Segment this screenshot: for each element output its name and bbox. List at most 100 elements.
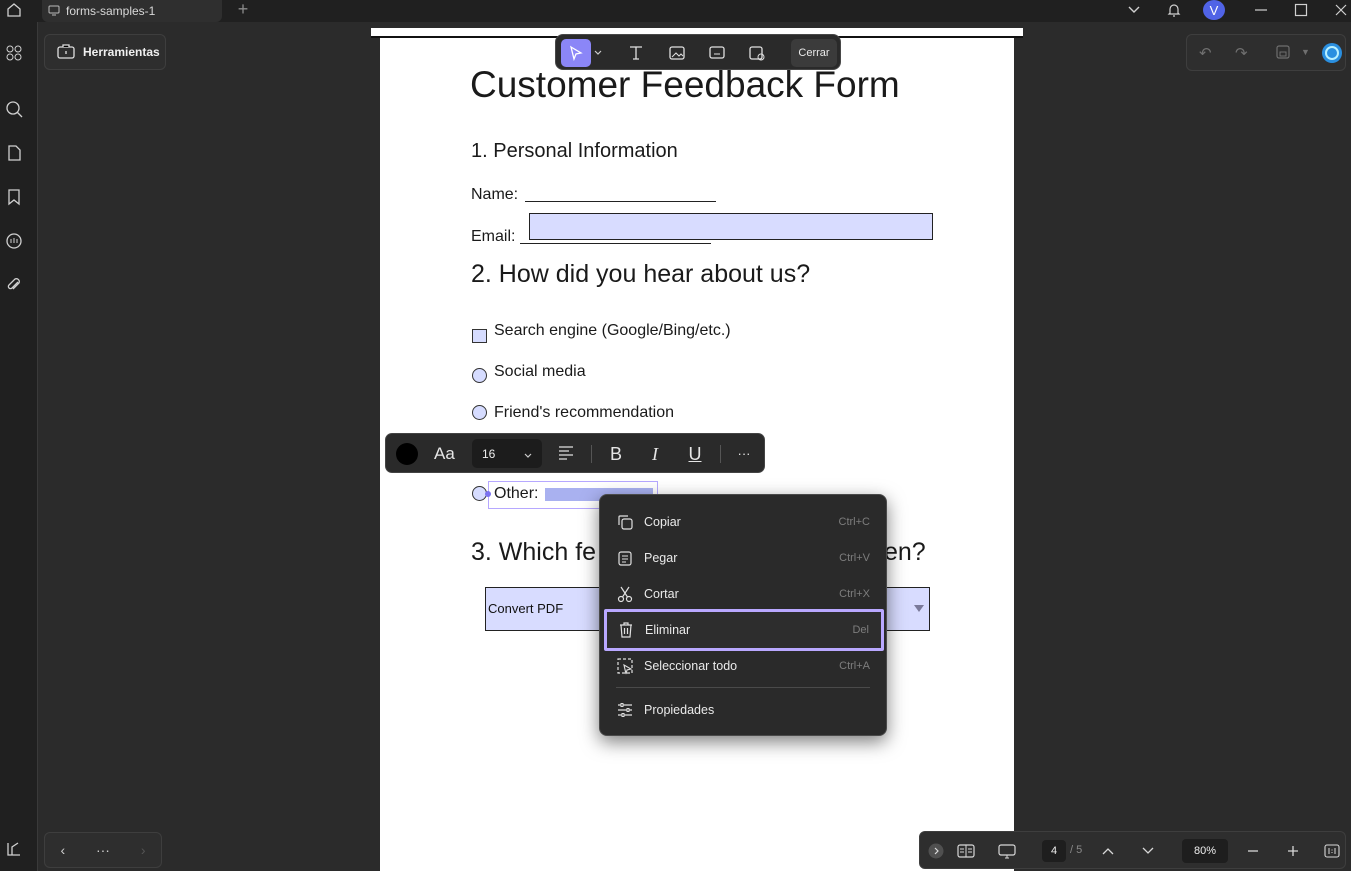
document-tab-label: forms-samples-1 bbox=[66, 4, 156, 18]
pages-icon[interactable] bbox=[3, 142, 25, 164]
image-field-tool-icon[interactable] bbox=[666, 42, 688, 64]
menu-item-delete[interactable]: Eliminar Del bbox=[604, 609, 884, 651]
undo-icon[interactable]: ↶ bbox=[1199, 44, 1212, 62]
select-tool-dropdown-icon[interactable] bbox=[592, 42, 604, 64]
menu-item-label: Cortar bbox=[644, 587, 679, 601]
form-title: Customer Feedback Form bbox=[470, 64, 900, 105]
minimize-icon[interactable] bbox=[1250, 0, 1272, 20]
trash-icon bbox=[615, 619, 637, 641]
menu-item-label: Propiedades bbox=[644, 703, 715, 717]
history-toolbar: ↶ ↷ ▼ bbox=[1186, 34, 1346, 71]
menu-item-shortcut: Ctrl+X bbox=[839, 588, 870, 600]
align-left-icon[interactable] bbox=[556, 444, 576, 465]
menu-item-label: Copiar bbox=[644, 515, 681, 529]
apps-grid-icon[interactable] bbox=[3, 42, 25, 64]
form-edit-toolbar: Cerrar bbox=[555, 34, 841, 70]
italic-button[interactable]: I bbox=[645, 444, 665, 465]
section-how-heard: 2. How did you hear about us? bbox=[471, 260, 811, 288]
comment-icon[interactable] bbox=[3, 230, 25, 252]
copy-icon bbox=[614, 511, 636, 533]
next-page-icon[interactable] bbox=[1138, 841, 1158, 861]
user-avatar[interactable]: V bbox=[1203, 0, 1225, 20]
actual-size-icon[interactable] bbox=[1322, 841, 1342, 861]
maximize-icon[interactable] bbox=[1290, 0, 1312, 20]
attachment-icon[interactable] bbox=[3, 274, 25, 296]
more-options-button[interactable]: ··· bbox=[734, 446, 754, 461]
bell-icon[interactable] bbox=[1163, 0, 1185, 20]
select-all-icon bbox=[614, 655, 636, 677]
select-tool-button[interactable] bbox=[561, 39, 591, 67]
link-field-tool-icon[interactable] bbox=[706, 42, 728, 64]
menu-item-label: Seleccionar todo bbox=[644, 659, 738, 673]
document-tab-icon bbox=[48, 4, 60, 19]
new-tab-button[interactable]: + bbox=[234, 0, 252, 18]
font-family-button[interactable]: Aa bbox=[434, 444, 455, 464]
option-search-engine: Search engine (Google/Bing/etc.) bbox=[494, 322, 731, 339]
email-form-field[interactable] bbox=[529, 213, 933, 240]
ai-assistant-icon[interactable] bbox=[1321, 42, 1343, 68]
collapse-icon[interactable] bbox=[926, 841, 946, 861]
save-icon[interactable] bbox=[1275, 44, 1291, 64]
search-icon[interactable] bbox=[3, 98, 25, 120]
menu-item-shortcut: Ctrl+A bbox=[839, 660, 870, 672]
section-personal-information: 1. Personal Information bbox=[471, 140, 678, 162]
social-media-radio[interactable] bbox=[472, 368, 487, 383]
menu-item-label: Eliminar bbox=[645, 623, 691, 637]
save-dropdown-icon[interactable]: ▼ bbox=[1301, 47, 1310, 57]
selection-handle[interactable] bbox=[485, 491, 491, 497]
sidebar-pager: ‹ ··· › bbox=[44, 832, 162, 868]
zoom-in-icon[interactable] bbox=[1283, 841, 1303, 861]
menu-item-cut[interactable]: Cortar Ctrl+X bbox=[606, 576, 882, 612]
chevron-right-icon[interactable]: › bbox=[141, 842, 146, 858]
home-icon[interactable] bbox=[4, 0, 24, 20]
font-size-select[interactable]: 16 bbox=[472, 439, 542, 468]
menu-item-paste[interactable]: Pegar Ctrl+V bbox=[606, 540, 882, 576]
document-tab[interactable]: forms-samples-1 bbox=[42, 0, 222, 22]
menu-item-copy[interactable]: Copiar Ctrl+C bbox=[606, 504, 882, 540]
menu-separator bbox=[616, 687, 870, 688]
menu-item-shortcut: Ctrl+C bbox=[838, 516, 870, 528]
menu-item-select-all[interactable]: Seleccionar todo Ctrl+A bbox=[606, 648, 882, 684]
close-toolbar-button[interactable]: Cerrar bbox=[791, 39, 837, 67]
toolbox-icon bbox=[56, 42, 76, 63]
text-field-tool-icon[interactable] bbox=[625, 42, 647, 64]
chevron-down-icon bbox=[524, 448, 532, 462]
dropdown-arrow-icon[interactable] bbox=[914, 605, 924, 612]
app-logo-icon[interactable] bbox=[3, 838, 25, 860]
signature-field-tool-icon[interactable] bbox=[746, 42, 768, 64]
current-page-input[interactable]: 4 bbox=[1042, 840, 1066, 862]
tools-button[interactable]: Herramientas bbox=[44, 34, 166, 70]
redo-icon[interactable]: ↷ bbox=[1235, 44, 1248, 62]
presentation-icon[interactable] bbox=[997, 841, 1017, 861]
email-underline bbox=[520, 243, 711, 244]
page-navigation-bar: 4 / 5 80% bbox=[919, 831, 1346, 869]
menu-item-properties[interactable]: Propiedades bbox=[606, 692, 882, 728]
scissors-icon bbox=[614, 583, 636, 605]
text-color-swatch[interactable] bbox=[396, 443, 418, 465]
chevron-down-icon[interactable] bbox=[1123, 0, 1145, 20]
close-window-icon[interactable] bbox=[1330, 0, 1351, 20]
bookmark-icon[interactable] bbox=[3, 186, 25, 208]
underline-button[interactable]: U bbox=[685, 444, 705, 465]
option-friend: Friend's recommendation bbox=[494, 404, 675, 421]
pointer-icon bbox=[569, 45, 583, 61]
reading-mode-icon[interactable] bbox=[956, 841, 976, 861]
title-bar: forms-samples-1 + V bbox=[0, 0, 1351, 22]
option-social-media: Social media bbox=[494, 363, 586, 380]
bold-button[interactable]: B bbox=[606, 444, 626, 465]
search-engine-checkbox[interactable] bbox=[472, 329, 487, 343]
previous-page-icon[interactable] bbox=[1098, 841, 1118, 861]
features-dropdown-value: Convert PDF bbox=[488, 601, 564, 616]
zoom-out-icon[interactable] bbox=[1243, 841, 1263, 861]
chevron-left-icon[interactable]: ‹ bbox=[60, 842, 65, 858]
tools-label: Herramientas bbox=[83, 45, 160, 59]
friend-recommendation-radio[interactable] bbox=[472, 405, 487, 420]
context-menu: Copiar Ctrl+C Pegar Ctrl+V Cortar Ctrl+X… bbox=[599, 494, 887, 736]
sidebar-panel: Herramientas ‹ ··· › bbox=[39, 22, 379, 871]
sliders-icon bbox=[614, 699, 636, 721]
zoom-level[interactable]: 80% bbox=[1182, 839, 1228, 863]
separator bbox=[591, 445, 592, 463]
section-features-start: 3. Which fe bbox=[471, 538, 597, 566]
separator bbox=[720, 445, 721, 463]
more-pages[interactable]: ··· bbox=[96, 842, 110, 858]
